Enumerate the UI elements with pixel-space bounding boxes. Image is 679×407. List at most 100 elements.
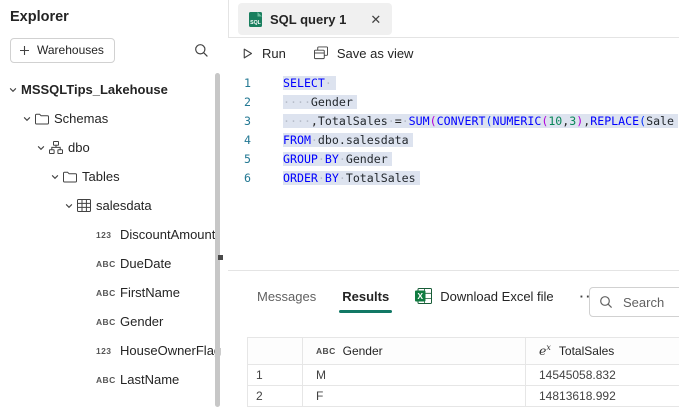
tree-item-label: LastName [120,372,179,387]
chevron-down-icon[interactable] [22,114,35,124]
text-type-icon: ABC [316,346,336,356]
search-icon[interactable] [192,41,211,60]
tree-item-label: DueDate [120,256,171,271]
tree-item-label: DiscountAmount [120,227,215,242]
editor-toolbar: Run Save as view [228,38,679,68]
explorer-title: Explorer [0,0,228,25]
results-grid: ABCGenderexTotalSales1M14545058.8322F148… [247,337,679,407]
tree-item-discountamount[interactable]: 123DiscountAmount [0,220,228,249]
line-number: 1 [228,74,251,93]
save-as-view-label: Save as view [337,46,414,61]
numeric-type-icon: ex [539,343,551,358]
tab-sql-query-1[interactable]: SQL SQL query 1 ✕ [238,3,392,35]
query-editor-pane: SQL SQL query 1 ✕ Run Save as view 123 [228,0,679,407]
close-icon[interactable]: ✕ [370,13,381,26]
download-excel-label: Download Excel file [440,289,553,304]
tree-item-label: MSSQLTips_Lakehouse [21,82,168,97]
save-as-view-button[interactable]: Save as view [313,46,414,61]
tree-item-lastname[interactable]: ABCLastName [0,365,228,394]
column-type-badge: ABC [96,259,120,269]
sidebar-controls: Warehouses [0,25,228,63]
tree-item-tables[interactable]: Tables [0,162,228,191]
lakehouse-tree: MSSQLTips_Lakehouse Schemas dbo Tables sales… [0,75,228,394]
chevron-down-icon[interactable] [50,172,63,182]
sidebar-scrollbar[interactable] [215,73,220,407]
query-tab-bar: SQL SQL query 1 ✕ [228,0,679,38]
tree-item-label: FirstName [120,285,180,300]
tree-item-label: HouseOwnerFlag [120,343,221,358]
line-number: 6 [228,169,251,188]
excel-icon: X [415,288,432,304]
line-number: 4 [228,131,251,150]
code-line-4: FROM·dbo.salesdata [283,131,679,150]
line-number-gutter: 123456 [228,74,251,188]
sql-file-icon: SQL [249,12,262,27]
code-line-3: ····,TotalSales·=·SUM(CONVERT(NUMERIC(10… [283,112,679,131]
tab-title: SQL query 1 [270,12,346,27]
plus-icon [19,45,30,56]
column-header-label: TotalSales [559,344,614,358]
tree-item-label: Gender [120,314,163,329]
code-line-6: ORDER·BY·TotalSales [283,169,679,188]
tree-item-label: dbo [68,140,90,155]
explorer-sidebar: Explorer Warehouses MSSQLTips_Lakehouse S… [0,0,228,407]
tree-item-duedate[interactable]: ABCDueDate [0,249,228,278]
tree-item-schemas[interactable]: Schemas [0,104,228,133]
chevron-down-icon[interactable] [8,85,21,95]
code-line-5: GROUP·BY·Gender [283,150,679,169]
run-icon [241,47,254,60]
column-header-label: Gender [343,344,383,358]
tree-item-label: salesdata [96,198,152,213]
column-type-badge: ABC [96,288,120,298]
search-input[interactable] [621,294,679,311]
tree-item-label: Schemas [54,111,108,126]
row-number-cell: 1 [248,365,303,386]
row-number-cell: 2 [248,386,303,407]
run-button[interactable]: Run [241,46,286,61]
data-cell: M [303,365,526,386]
svg-text:SQL: SQL [250,20,261,26]
tree-item-dbo[interactable]: dbo [0,133,228,162]
folder-icon [63,171,82,183]
folder-icon [35,113,54,125]
results-search-box [589,287,679,317]
tree-item-houseownerflag[interactable]: 123HouseOwnerFlag [0,336,228,365]
results-panel: Messages Results X Download Excel file ·… [228,270,679,407]
svg-text:X: X [418,291,424,301]
column-header-gender[interactable]: ABC Gender [303,338,526,365]
column-type-badge: ABC [96,317,120,327]
table-icon [77,199,96,212]
results-header-row: ABC Gender ex TotalSales [248,338,679,365]
column-header-totalsales[interactable]: ex TotalSales [526,338,679,365]
table-row: 2F14813618.992 [248,386,679,407]
data-cell: 14813618.992 [526,386,679,407]
code-line-2: ····Gender [283,93,679,112]
code-area: SELECT·····Gender····,TotalSales·=·SUM(C… [283,74,679,188]
schema-icon [49,141,68,154]
tree-item-mssqltips_lakehouse[interactable]: MSSQLTips_Lakehouse [0,75,228,104]
download-excel-button[interactable]: X Download Excel file [415,288,553,304]
column-type-badge: 123 [96,346,120,356]
tree-item-label: Tables [82,169,120,184]
tree-item-salesdata[interactable]: salesdata [0,191,228,220]
data-cell: F [303,386,526,407]
code-line-1: SELECT· [283,74,679,93]
line-number: 5 [228,150,251,169]
data-cell: 14545058.832 [526,365,679,386]
tree-item-gender[interactable]: ABCGender [0,307,228,336]
tree-item-firstname[interactable]: ABCFirstName [0,278,228,307]
save-view-icon [313,46,329,60]
sidebar-resize-handle[interactable] [218,255,223,260]
chevron-down-icon[interactable] [64,201,77,211]
row-number-header [248,338,303,365]
tab-results[interactable]: Results [342,289,389,304]
tab-messages[interactable]: Messages [257,289,316,304]
warehouses-button-label: Warehouses [37,43,104,57]
column-type-badge: ABC [96,375,120,385]
add-warehouses-button[interactable]: Warehouses [10,38,115,63]
sql-query-editor-window: Explorer Warehouses MSSQLTips_Lakehouse S… [0,0,679,407]
line-number: 2 [228,93,251,112]
sql-code-editor[interactable]: 123456 SELECT·····Gender····,TotalSales·… [228,68,679,270]
chevron-down-icon[interactable] [36,143,49,153]
search-icon [599,295,613,309]
